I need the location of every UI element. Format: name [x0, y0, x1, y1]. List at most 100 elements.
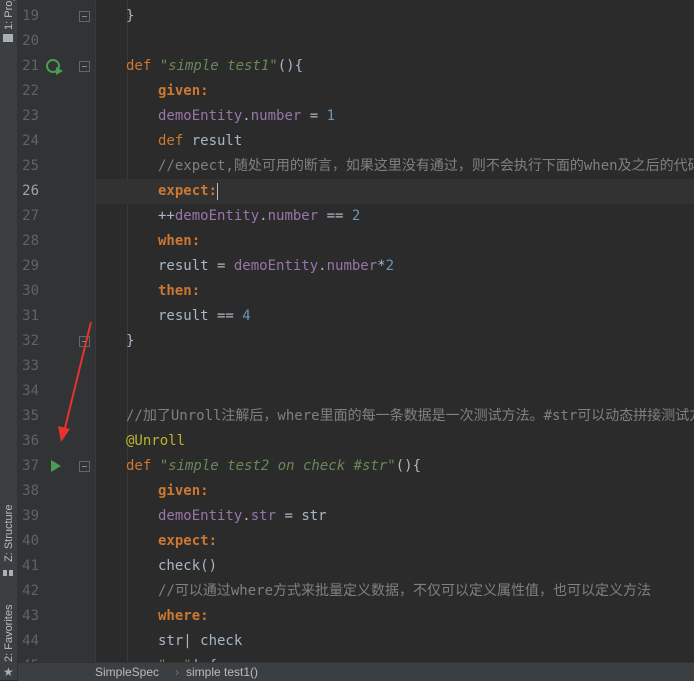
project-tool-tab[interactable]: 1: Project: [0, 0, 17, 46]
structure-tool-tab[interactable]: Z: Structure: [0, 496, 17, 578]
fold-marker-icon[interactable]: [79, 336, 90, 347]
line-number: 31: [22, 308, 39, 324]
code-line[interactable]: given:: [96, 479, 694, 504]
code-line[interactable]: result == 4: [96, 304, 694, 329]
code-token: def: [158, 133, 192, 149]
code-line-text: }: [126, 329, 134, 354]
code-line-text: check(): [158, 554, 217, 579]
code-line-text: def "simple test1"(){: [126, 54, 303, 79]
code-token: expect:: [158, 183, 218, 199]
code-token: "simple test1": [159, 58, 278, 74]
code-line[interactable]: //可以通过where方式来批量定义数据，不仅可以定义属性值，也可以定义方法: [96, 579, 694, 604]
line-number: 25: [22, 158, 39, 174]
code-line-text: result = demoEntity.number*2: [158, 254, 394, 279]
code-line[interactable]: demoEntity.number = 1: [96, 104, 694, 129]
structure-icon: [3, 570, 13, 576]
code-token: given:: [158, 83, 209, 99]
code-token: = str: [276, 508, 327, 524]
code-line-text: //加了Unroll注解后，where里面的每一条数据是一次测试方法。#str可…: [126, 404, 694, 429]
line-number: 36: [22, 433, 39, 449]
code-token: //expect,随处可用的断言，如果这里没有通过，则不会执行下面的when及之…: [158, 158, 694, 174]
code-line[interactable]: given:: [96, 79, 694, 104]
code-line[interactable]: [96, 379, 694, 404]
code-line[interactable]: str| check: [96, 629, 694, 654]
run-test-icon[interactable]: [51, 460, 61, 472]
code-token: number: [250, 108, 302, 124]
line-number: 22: [22, 83, 39, 99]
code-line[interactable]: "aa"| {: [96, 654, 694, 662]
code-line[interactable]: def "simple test2 on check #str"(){: [96, 454, 694, 479]
line-number: 21: [22, 58, 39, 74]
fold-marker-icon[interactable]: [79, 11, 90, 22]
favorites-tool-tab[interactable]: 2: Favorites ★: [0, 596, 17, 678]
code-token: def: [126, 58, 160, 74]
code-line[interactable]: //加了Unroll注解后，where里面的每一条数据是一次测试方法。#str可…: [96, 404, 694, 429]
code-token: str| check: [158, 633, 243, 649]
code-line[interactable]: }: [96, 4, 694, 29]
line-number: 35: [22, 408, 39, 424]
code-token: result: [191, 133, 243, 149]
code-token: where:: [158, 608, 209, 624]
code-token: demoEntity: [174, 208, 260, 224]
code-token: //加了Unroll注解后，where里面的每一条数据是一次测试方法。#str可…: [126, 408, 694, 424]
fold-marker-icon[interactable]: [79, 461, 90, 472]
code-token: //可以通过where方式来批量定义数据，不仅可以定义属性值，也可以定义方法: [158, 583, 651, 599]
code-token: *: [377, 258, 386, 274]
code-line[interactable]: def "simple test1"(){: [96, 54, 694, 79]
code-line[interactable]: expect:: [96, 179, 694, 204]
code-line[interactable]: @Unroll: [96, 429, 694, 454]
line-number: 41: [22, 558, 39, 574]
code-line[interactable]: //expect,随处可用的断言，如果这里没有通过，则不会执行下面的when及之…: [96, 154, 694, 179]
code-line-text: demoEntity.str = str: [158, 504, 327, 529]
code-token: demoEntity: [158, 108, 243, 124]
code-token: given:: [158, 483, 209, 499]
fold-marker-icon[interactable]: [79, 61, 90, 72]
code-line[interactable]: expect:: [96, 529, 694, 554]
breadcrumb-item-class[interactable]: SimpleSpec: [95, 663, 159, 681]
code-line-text: ++demoEntity.number == 2: [158, 204, 360, 229]
code-token: number: [267, 208, 319, 224]
favorites-tab-label: 2: Favorites: [3, 604, 15, 662]
code-line[interactable]: check(): [96, 554, 694, 579]
tool-window-strip: 1: Project Z: Structure 2: Favorites ★: [0, 0, 18, 680]
code-line[interactable]: [96, 29, 694, 54]
code-token: str: [250, 508, 277, 524]
rerun-test-icon[interactable]: [46, 59, 63, 75]
breadcrumb-separator: ›: [175, 665, 179, 679]
code-line-text: when:: [158, 229, 200, 254]
code-token: result =: [158, 258, 234, 274]
code-token: ++: [158, 208, 175, 224]
line-number: 38: [22, 483, 39, 499]
code-editor[interactable]: } def "simple test1"(){given: demoEntity.n…: [96, 0, 694, 662]
code-line[interactable]: [96, 354, 694, 379]
code-line[interactable]: }: [96, 329, 694, 354]
code-line[interactable]: def result: [96, 129, 694, 154]
line-number: 43: [22, 608, 39, 624]
code-token: @Unroll: [126, 433, 186, 449]
code-line-text: //可以通过where方式来批量定义数据，不仅可以定义属性值，也可以定义方法: [158, 579, 651, 604]
code-line[interactable]: where:: [96, 604, 694, 629]
code-token: .: [242, 508, 251, 524]
code-line-text: str| check: [158, 629, 242, 654]
code-line-text: then:: [158, 279, 200, 304]
code-line[interactable]: demoEntity.str = str: [96, 504, 694, 529]
code-line-text: given:: [158, 79, 209, 104]
code-token: demoEntity: [158, 508, 243, 524]
line-number: 34: [22, 383, 39, 399]
code-line-text: where:: [158, 604, 209, 629]
code-line[interactable]: when:: [96, 229, 694, 254]
line-number: 29: [22, 258, 39, 274]
breadcrumb-item-method[interactable]: simple test1(): [186, 663, 258, 681]
code-line[interactable]: then:: [96, 279, 694, 304]
code-token: when:: [158, 233, 201, 249]
code-token: expect:: [158, 533, 218, 549]
code-token: (){: [395, 458, 422, 474]
code-line[interactable]: ++demoEntity.number == 2: [96, 204, 694, 229]
code-token: .: [318, 258, 327, 274]
code-token: check(): [158, 558, 218, 574]
code-line[interactable]: result = demoEntity.number*2: [96, 254, 694, 279]
code-line-text: def result: [158, 129, 242, 154]
code-line-text: result == 4: [158, 304, 251, 329]
line-number: 44: [22, 633, 39, 649]
line-number: 24: [22, 133, 39, 149]
